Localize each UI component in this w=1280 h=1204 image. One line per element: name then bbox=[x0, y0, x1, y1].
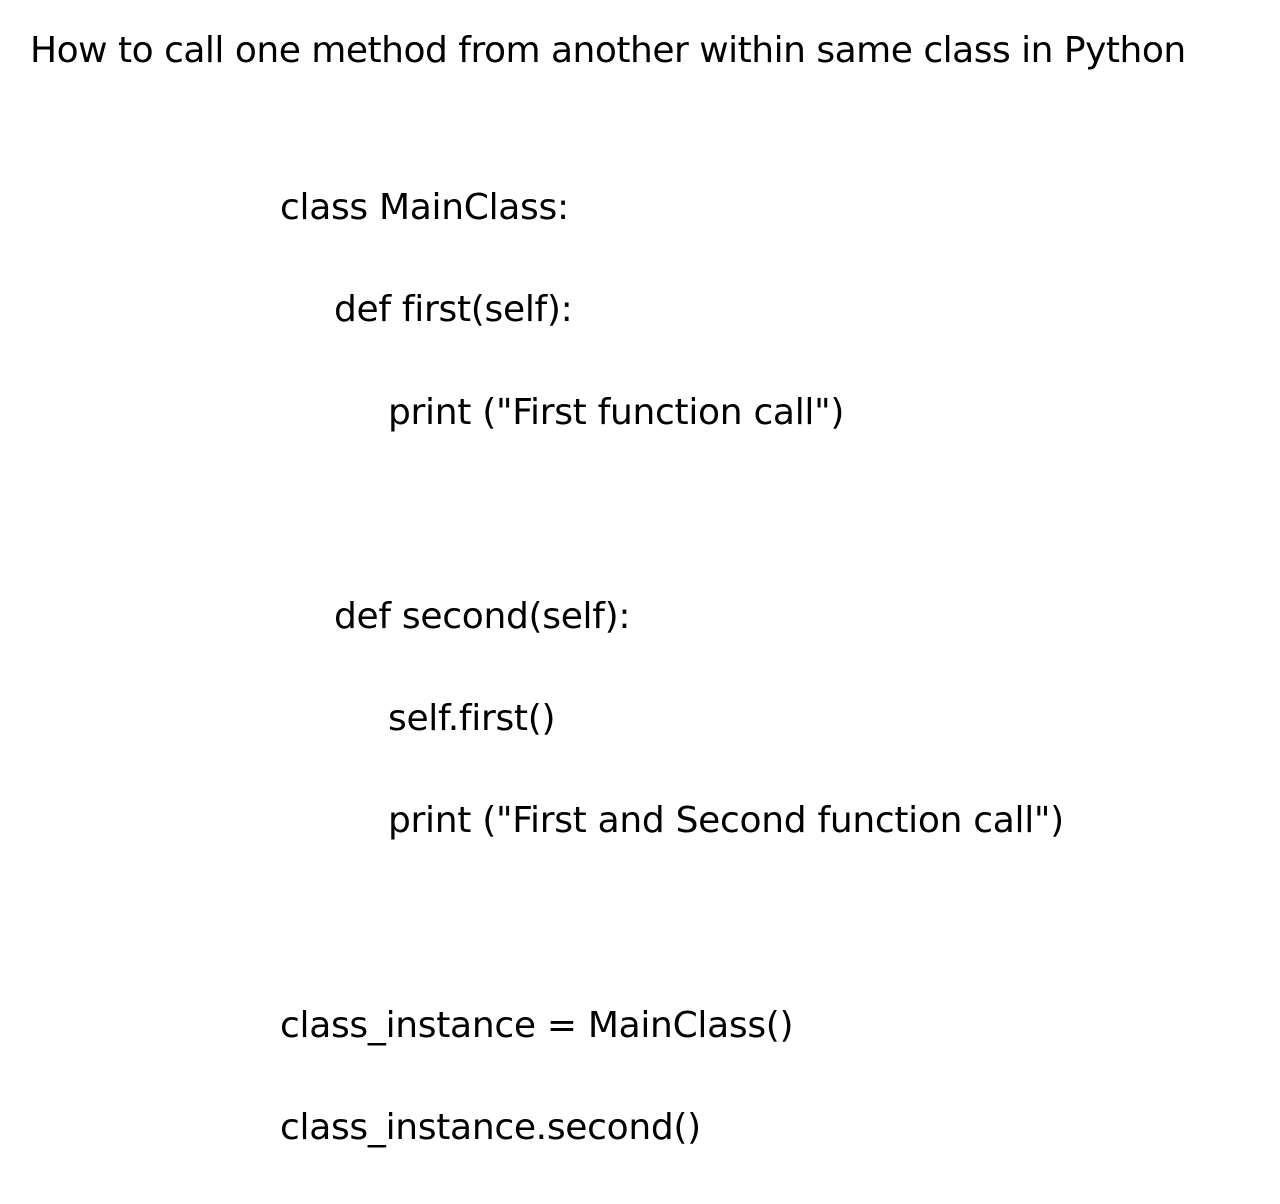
code-line: class MainClass: bbox=[280, 182, 1280, 233]
blank-line bbox=[280, 489, 1280, 540]
code-line: class_instance = MainClass() bbox=[280, 1000, 1280, 1051]
code-line: print ("First function call") bbox=[280, 387, 1280, 438]
code-line: print ("First and Second function call") bbox=[280, 795, 1280, 846]
blank-line bbox=[280, 898, 1280, 949]
code-line: def second(self): bbox=[280, 591, 1280, 642]
code-line: class_instance.second() bbox=[280, 1102, 1280, 1153]
code-line: self.first() bbox=[280, 693, 1280, 744]
code-example: class MainClass: def first(self): print … bbox=[0, 71, 1280, 1204]
code-line: def first(self): bbox=[280, 284, 1280, 335]
page-title: How to call one method from another with… bbox=[0, 0, 1280, 71]
